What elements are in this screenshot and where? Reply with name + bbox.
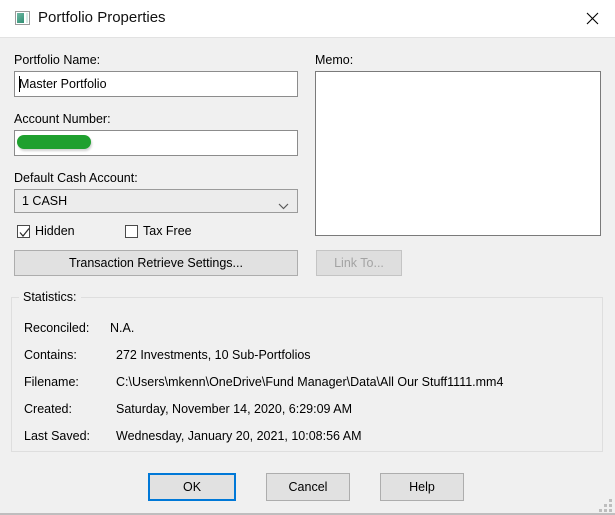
checkmark-icon — [19, 228, 30, 237]
link-to-button[interactable]: Link To... — [316, 250, 402, 276]
portfolio-name-input[interactable] — [14, 71, 298, 97]
stat-value: C:\Users\mkenn\OneDrive\Fund Manager\Dat… — [116, 375, 504, 389]
stat-key: Created: — [24, 402, 72, 416]
default-cash-account-label: Default Cash Account: — [14, 171, 138, 185]
default-cash-account-value: 1 CASH — [22, 194, 68, 208]
default-cash-account-select[interactable]: 1 CASH — [14, 189, 298, 213]
ok-button[interactable]: OK — [148, 473, 236, 501]
stat-value: 272 Investments, 10 Sub-Portfolios — [116, 348, 311, 362]
tax-free-checkbox-label: Tax Free — [143, 224, 192, 238]
close-icon — [569, 12, 615, 25]
text-caret — [19, 76, 20, 92]
portfolio-name-label: Portfolio Name: — [14, 53, 101, 67]
statistics-group-title: Statistics: — [19, 290, 81, 304]
transaction-retrieve-settings-button[interactable]: Transaction Retrieve Settings... — [14, 250, 298, 276]
window-title: Portfolio Properties — [38, 9, 166, 26]
close-button[interactable] — [569, 0, 615, 36]
tax-free-checkbox[interactable] — [125, 225, 138, 238]
stat-value: Wednesday, January 20, 2021, 10:08:56 AM — [116, 429, 362, 443]
memo-label: Memo: — [315, 53, 354, 67]
memo-textarea[interactable] — [315, 71, 601, 236]
cancel-button[interactable]: Cancel — [266, 473, 350, 501]
stat-value: N.A. — [110, 321, 135, 335]
hidden-checkbox[interactable] — [17, 225, 30, 238]
account-number-redaction — [17, 135, 91, 149]
hidden-checkbox-label: Hidden — [35, 224, 75, 238]
title-bar: Portfolio Properties — [0, 0, 615, 38]
stat-value: Saturday, November 14, 2020, 6:29:09 AM — [116, 402, 353, 416]
chevron-down-icon — [278, 199, 289, 213]
account-number-label: Account Number: — [14, 112, 111, 126]
stat-key: Reconciled: — [24, 321, 90, 335]
stat-key: Last Saved: — [24, 429, 91, 443]
stat-key: Contains: — [24, 348, 77, 362]
resize-grip[interactable] — [599, 499, 612, 512]
help-button[interactable]: Help — [380, 473, 464, 501]
stat-key: Filename: — [24, 375, 79, 389]
portfolio-icon — [15, 11, 30, 25]
